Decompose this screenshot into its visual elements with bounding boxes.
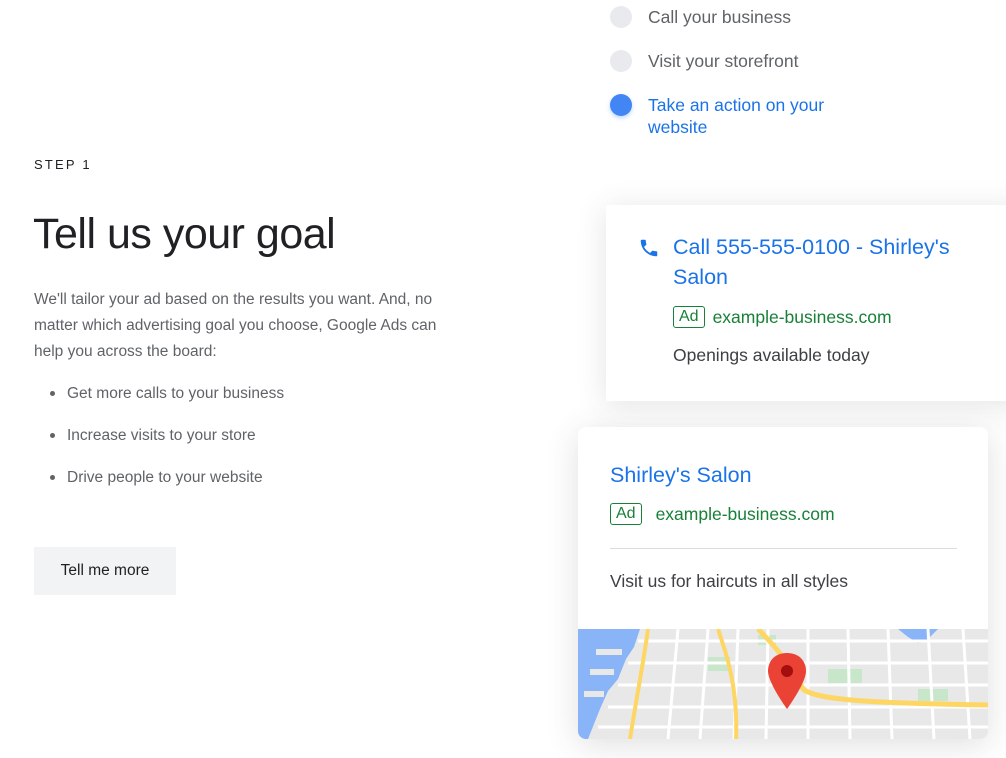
goal-option-call[interactable]: Call your business bbox=[610, 6, 791, 28]
ad-display-url: example-business.com bbox=[655, 503, 835, 524]
salon-ad-description: Visit us for haircuts in all styles bbox=[610, 571, 848, 591]
list-item: Drive people to your website bbox=[50, 467, 284, 509]
page-title: Tell us your goal bbox=[33, 210, 336, 258]
call-ad-description: Openings available today bbox=[673, 345, 870, 365]
radio-unselected-icon[interactable] bbox=[610, 6, 632, 28]
ad-badge: Ad bbox=[673, 306, 705, 328]
page: Call your business Visit your storefront… bbox=[0, 0, 1006, 758]
call-ad-headline[interactable]: Call 555-555-0100 - Shirley's Salon bbox=[673, 232, 983, 292]
step-label: STEP 1 bbox=[34, 157, 92, 172]
radio-selected-icon[interactable] bbox=[610, 94, 632, 116]
radio-unselected-icon[interactable] bbox=[610, 50, 632, 72]
intro-text: We'll tailor your ad based on the result… bbox=[34, 291, 437, 360]
phone-icon bbox=[640, 239, 658, 257]
salon-ad-title[interactable]: Shirley's Salon bbox=[610, 463, 752, 488]
list-item: Get more calls to your business bbox=[50, 383, 284, 425]
benefit-list: Get more calls to your business Increase… bbox=[50, 383, 284, 509]
map-image bbox=[578, 629, 988, 739]
goal-option-label: Visit your storefront bbox=[648, 51, 799, 71]
ad-badge: Ad bbox=[610, 503, 642, 525]
salon-ad-card: Shirley's Salon Ad example-business.com … bbox=[578, 427, 988, 739]
divider bbox=[610, 548, 957, 549]
tell-me-more-button[interactable]: Tell me more bbox=[34, 547, 176, 595]
goal-option-visit[interactable]: Visit your storefront bbox=[610, 50, 798, 72]
goal-option-label: Call your business bbox=[648, 7, 791, 27]
ad-display-url: example-business.com bbox=[712, 306, 892, 327]
goal-option-website[interactable]: Take an action on your website bbox=[610, 94, 848, 138]
ad-url-row: Ad example-business.com bbox=[610, 503, 835, 525]
goal-option-label: Take an action on your website bbox=[648, 95, 825, 137]
ad-url-row: Ad example-business.com bbox=[673, 306, 892, 328]
list-item: Increase visits to your store bbox=[50, 425, 284, 467]
call-ad-card: Call 555-555-0100 - Shirley's Salon Ad e… bbox=[606, 205, 1006, 401]
